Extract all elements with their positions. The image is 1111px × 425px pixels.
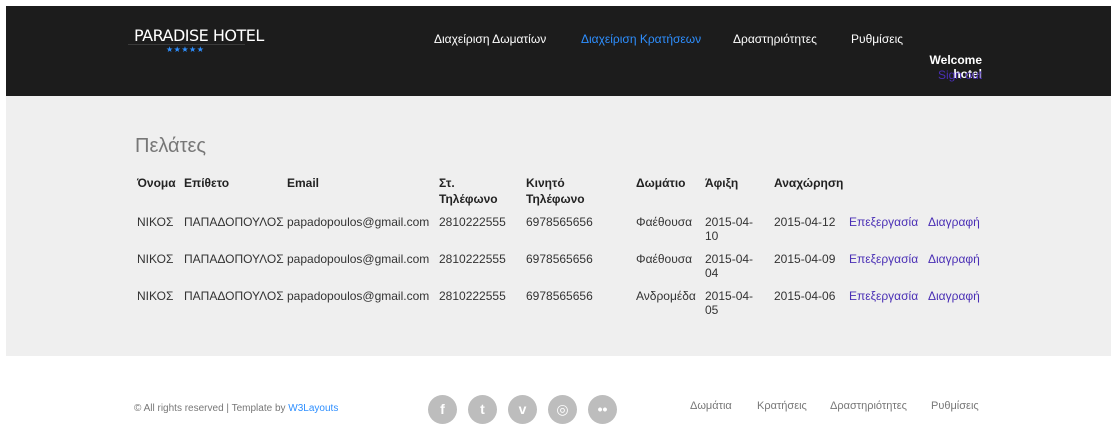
delete-link[interactable]: Διαγραφή [928,288,980,304]
cell-phone: 2810222555 [439,252,506,266]
cell-mobile: 6978565656 [526,215,593,229]
column-header-departure: Αναχώρηση [774,176,844,190]
nav-rooms-management[interactable]: Διαχείριση Δωματίων [434,32,546,46]
column-header-phone-line2: Τηλέφωνο [439,192,498,206]
cell-arrival-line2: 05 [705,303,719,317]
cell-name: ΝΙΚΟΣ [137,289,174,303]
column-header-surname: Επίθετο [184,176,230,190]
edit-link[interactable]: Επεξεργασία [849,288,918,304]
column-header-name: Όνομα [137,176,176,190]
cell-surname: ΠΑΠΑΔΟΠΟΥΛΟΣ [184,289,284,303]
cell-mobile: 6978565656 [526,252,593,266]
main-content: Πελάτες Όνομα Επίθετο Email Στ. Τηλέφωνο… [6,96,1111,356]
column-header-mobile-line2: Τηλέφωνο [526,192,585,206]
footer-nav-settings[interactable]: Ρυθμίσεις [931,400,979,412]
rating-stars: ★★★★★ [166,45,205,54]
cell-email: papadopoulos@gmail.com [287,289,430,303]
vimeo-icon[interactable]: v [508,395,537,424]
site-logo[interactable]: PARADISE HOTEL [134,26,264,45]
cell-mobile: 6978565656 [526,289,593,303]
column-header-mobile-line1: Κινητό [526,176,565,190]
cell-room: Φαέθουσα [636,252,693,266]
column-header-email: Email [287,176,320,190]
column-header-arrival: Άφιξη [705,176,739,190]
twitter-icon[interactable]: t [468,395,497,424]
dribbble-icon[interactable]: ◎ [548,395,577,424]
nav-settings[interactable]: Ρυθμίσεις [851,32,903,46]
cell-surname: ΠΑΠΑΔΟΠΟΥΛΟΣ [184,215,284,229]
cell-room: Ανδρομέδα [636,289,696,303]
cell-phone: 2810222555 [439,289,506,303]
cell-email: papadopoulos@gmail.com [287,252,430,266]
footer-copyright: © All rights reserved | Template by W3La… [134,403,338,414]
cell-departure: 2015-04-12 [774,215,836,229]
nav-activities[interactable]: Δραστηριότητες [733,32,817,46]
cell-name: ΝΙΚΟΣ [137,215,174,229]
copyright-text: © All rights reserved | Template by [134,403,286,414]
sign-out-link[interactable]: Sign out [898,68,982,82]
column-header-phone-line1: Στ. [439,176,455,190]
footer-nav-bookings[interactable]: Κρατήσεις [757,400,807,412]
nav-bookings-management[interactable]: Διαχείριση Κρατήσεων [581,32,701,46]
flickr-icon[interactable]: •• [588,395,617,424]
cell-surname: ΠΑΠΑΔΟΠΟΥΛΟΣ [184,252,284,266]
delete-link[interactable]: Διαγραφή [928,251,980,267]
edit-link[interactable]: Επεξεργασία [849,214,918,230]
footer-nav-rooms[interactable]: Δωμάτια [690,400,732,412]
delete-link[interactable]: Διαγραφή [928,214,980,230]
cell-room: Φαέθουσα [636,215,693,229]
page-title: Πελάτες [135,135,207,157]
column-header-room: Δωμάτιο [636,176,686,190]
cell-phone: 2810222555 [439,215,506,229]
cell-arrival-line2: 10 [705,229,719,243]
w3layouts-link[interactable]: W3Layouts [288,403,338,414]
cell-departure: 2015-04-09 [774,252,836,266]
cell-departure: 2015-04-06 [774,289,836,303]
facebook-icon[interactable]: f [428,395,457,424]
cell-name: ΝΙΚΟΣ [137,252,174,266]
cell-email: papadopoulos@gmail.com [287,215,430,229]
cell-arrival-line2: 04 [705,266,719,280]
footer-nav-activities[interactable]: Δραστηριότητες [830,400,907,412]
edit-link[interactable]: Επεξεργασία [849,251,918,267]
